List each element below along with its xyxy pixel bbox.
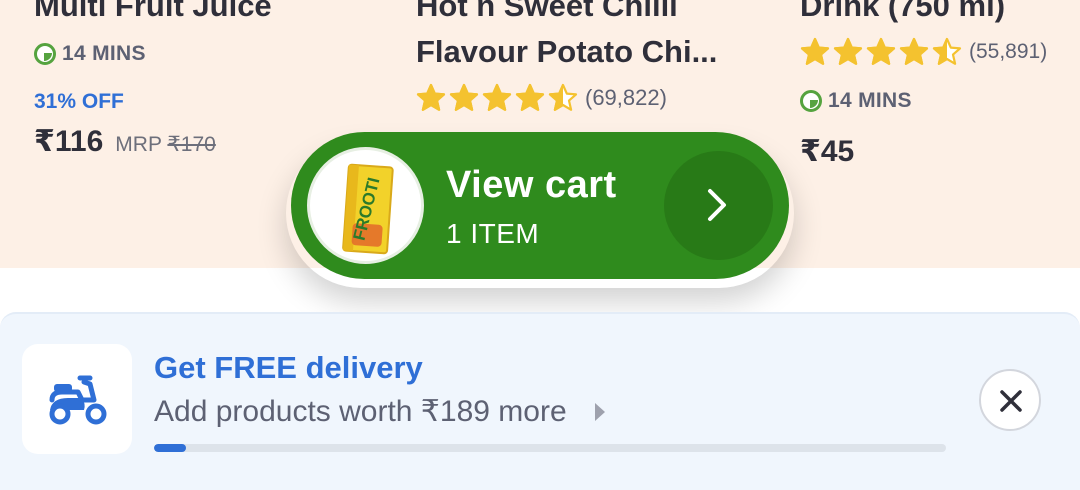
star-rating [800, 37, 962, 67]
free-delivery-progress-fill [154, 444, 186, 452]
rating: (55,891) [800, 37, 1047, 67]
eta-text: 14 MINS [62, 42, 146, 65]
price: ₹116 [34, 125, 104, 158]
rating: (69,822) [416, 83, 667, 113]
star-half-icon [932, 37, 962, 65]
price: ₹45 [800, 135, 855, 168]
eta-badge: 14 MINS [800, 89, 912, 113]
close-icon [1000, 390, 1022, 412]
price-row: ₹45 [800, 134, 854, 169]
free-delivery-banner[interactable]: Get FREE delivery Add products worth ₹18… [0, 312, 1080, 490]
star-half-icon [548, 83, 578, 111]
view-cart-label: View cart [446, 164, 617, 206]
clock-icon [34, 43, 56, 65]
eta-text: 14 MINS [828, 89, 912, 112]
price-row: ₹116 MRP ₹170 [34, 124, 216, 159]
free-delivery-subtitle-text: Add products worth ₹189 more [154, 395, 567, 428]
clock-icon [800, 90, 822, 112]
rating-count: (69,822) [585, 85, 667, 110]
star-rating [416, 83, 578, 113]
mrp-value: ₹170 [167, 133, 216, 156]
product-name: Drink (750 ml) [800, 0, 1006, 23]
star-full-icon [449, 83, 479, 111]
product-name: Multi Fruit Juice [34, 0, 272, 23]
mrp: MRP ₹170 [115, 132, 216, 157]
star-full-icon [515, 83, 545, 111]
cart-item-count: 1 ITEM [446, 218, 540, 249]
star-full-icon [866, 37, 896, 65]
product-name-line-1: Hot n Sweet Chilli [416, 0, 678, 23]
caret-right-icon [594, 402, 605, 421]
view-cart-arrow[interactable] [664, 151, 773, 260]
free-delivery-subtitle[interactable]: Add products worth ₹189 more [154, 394, 605, 429]
star-full-icon [482, 83, 512, 111]
close-button[interactable] [979, 369, 1041, 431]
free-delivery-progress [154, 444, 946, 452]
mrp-label: MRP [115, 133, 162, 156]
free-delivery-title: Get FREE delivery [154, 350, 423, 385]
eta-badge: 14 MINS [34, 42, 146, 66]
scooter-icon [49, 375, 107, 425]
product-name-line-2: Flavour Potato Chi... [416, 34, 718, 69]
star-full-icon [800, 37, 830, 65]
scooter-icon-box [22, 344, 132, 454]
rating-count: (55,891) [969, 40, 1048, 63]
cart-item-thumbnail: FROOTI [307, 147, 424, 264]
star-full-icon [833, 37, 863, 65]
star-full-icon [416, 83, 446, 111]
star-full-icon [899, 37, 929, 65]
discount-label: 31% OFF [34, 90, 124, 113]
chevron-right-icon [708, 189, 726, 221]
